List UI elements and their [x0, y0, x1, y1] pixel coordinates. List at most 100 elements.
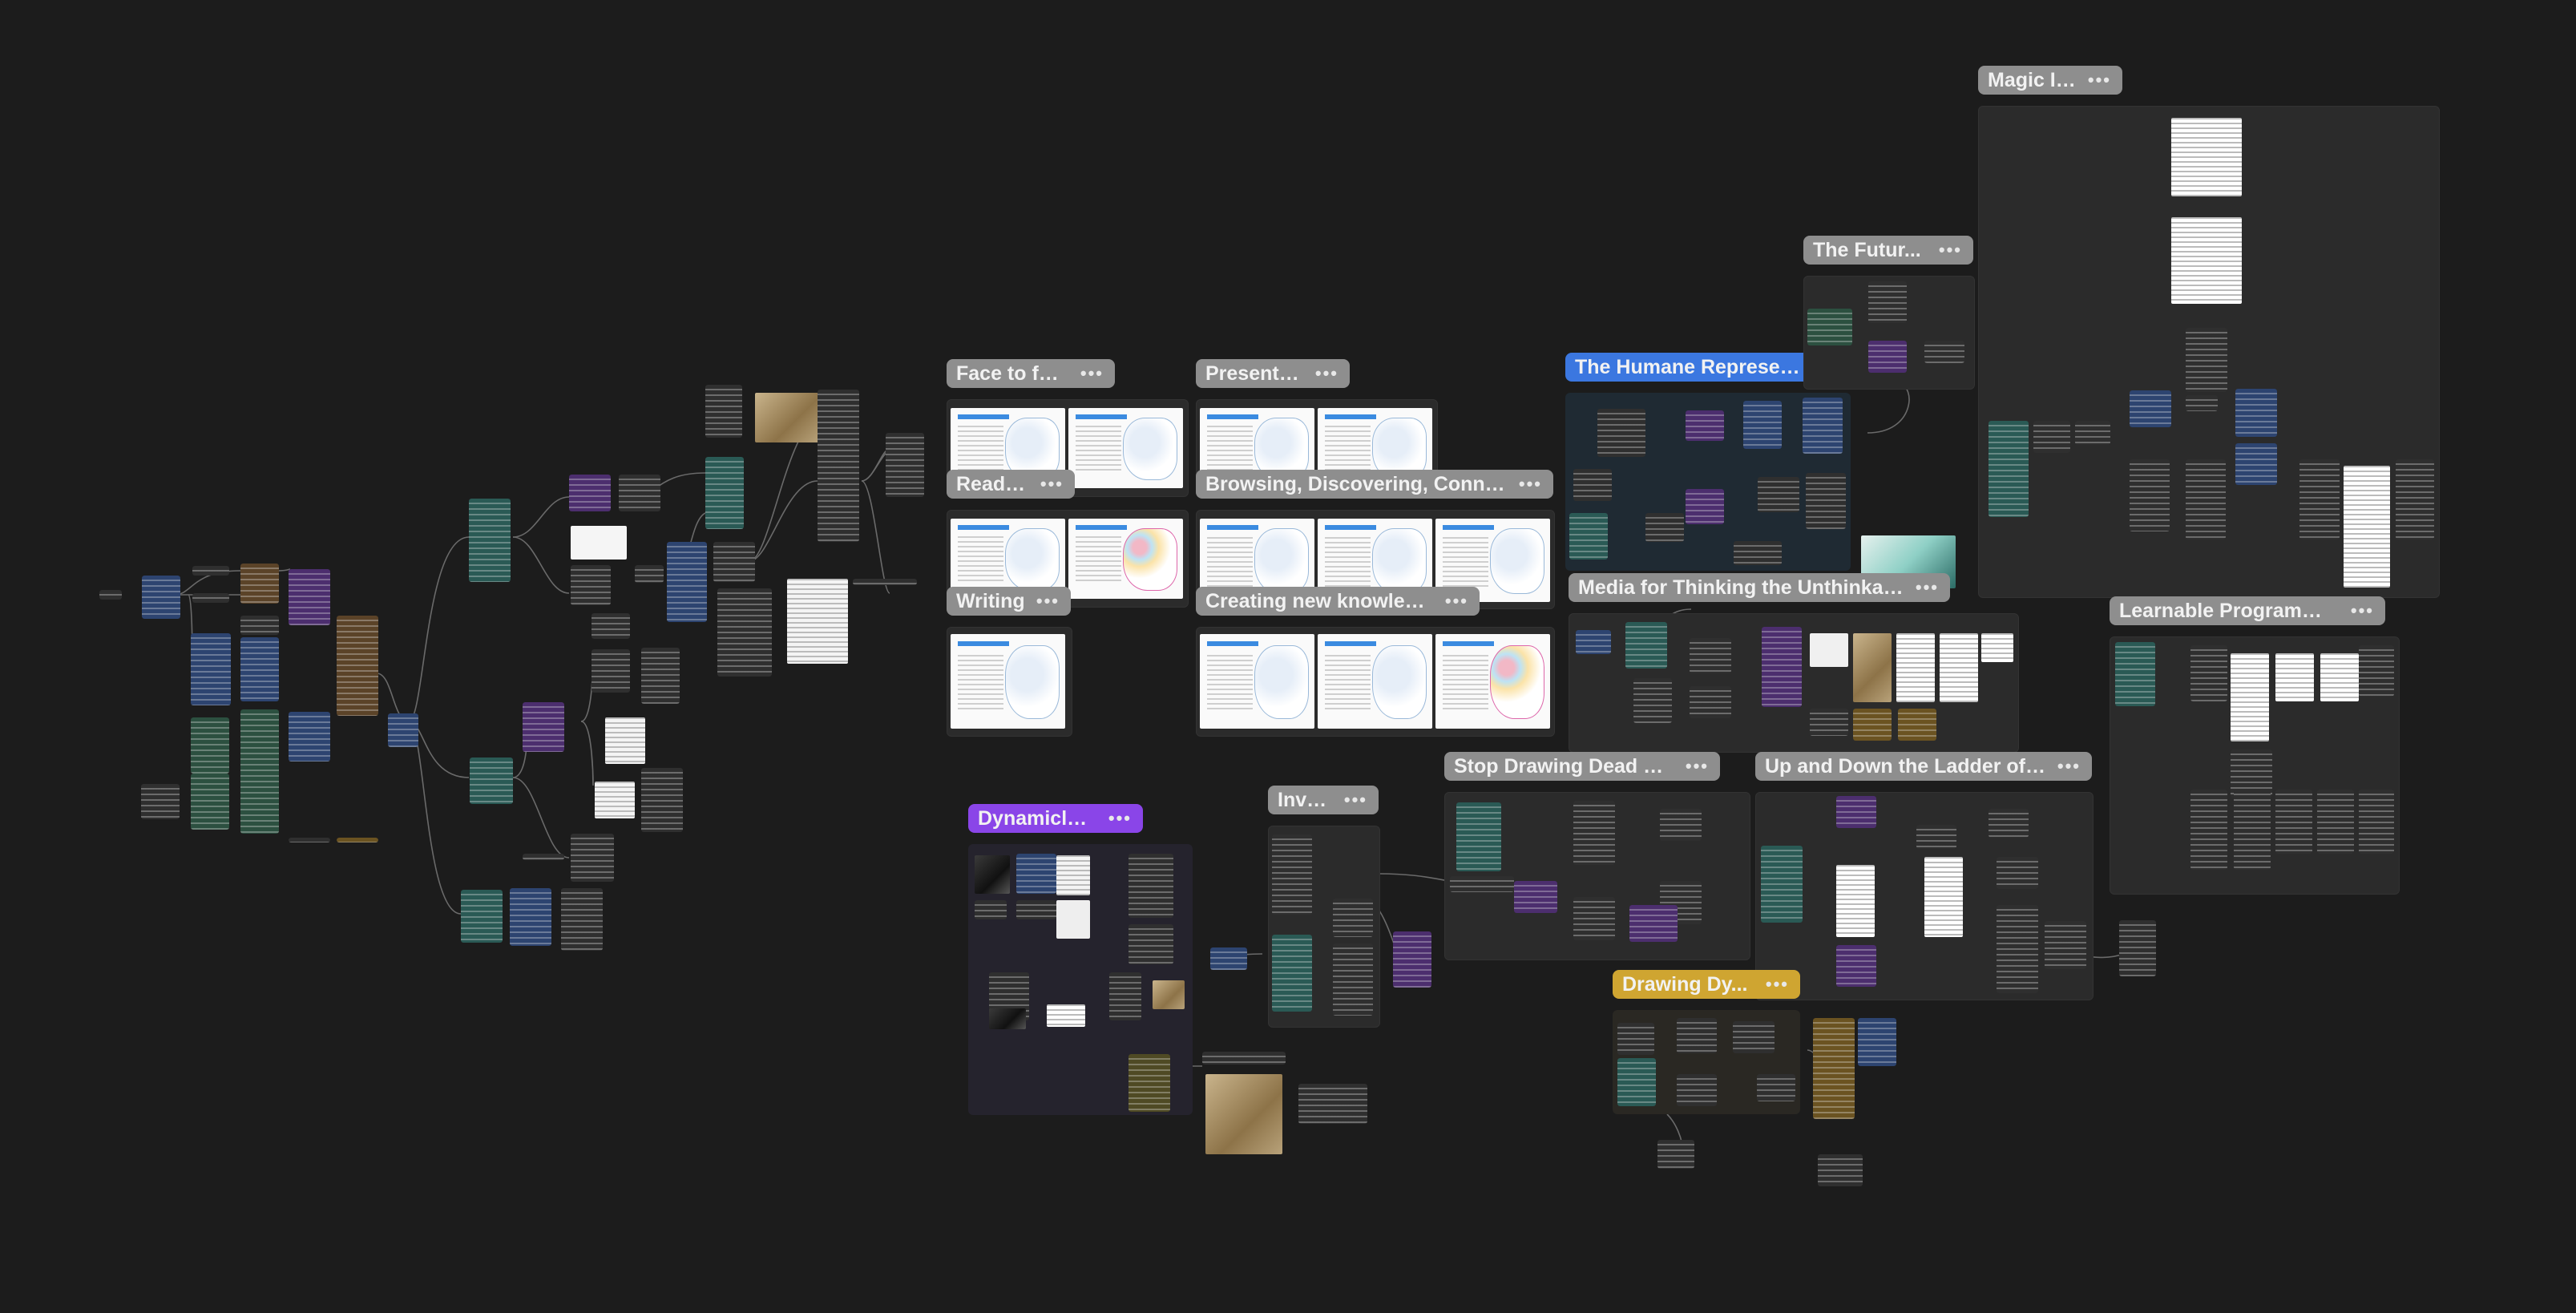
note-card[interactable] [1333, 943, 1373, 1016]
frame-label-browsing[interactable]: Browsing, Discovering, Conne... ••• [1196, 470, 1553, 499]
image-card[interactable] [2344, 466, 2390, 588]
more-menu-icon[interactable]: ••• [1916, 577, 1939, 598]
note-card[interactable] [705, 385, 742, 438]
note-card[interactable] [1989, 809, 2029, 838]
more-menu-icon[interactable]: ••• [1686, 756, 1709, 777]
frame-dynamicland[interactable] [968, 844, 1193, 1115]
note-card[interactable] [1573, 897, 1615, 940]
image-card[interactable] [989, 1008, 1026, 1029]
note-card[interactable] [1645, 513, 1684, 542]
image-card[interactable] [1853, 633, 1892, 702]
more-menu-icon[interactable]: ••• [2351, 600, 2374, 621]
note-card[interactable] [1858, 1018, 1896, 1066]
note-card[interactable] [141, 784, 180, 819]
note-card[interactable] [2130, 459, 2170, 531]
note-card[interactable] [1806, 473, 1846, 529]
frame-writing[interactable] [947, 627, 1072, 737]
note-card[interactable] [2075, 421, 2110, 445]
note-card[interactable] [192, 593, 229, 603]
image-card[interactable] [1836, 865, 1875, 937]
note-card[interactable] [1660, 809, 1702, 841]
note-card[interactable] [1629, 905, 1678, 942]
frame-label-the-future[interactable]: The Futur... ••• [1803, 236, 1973, 265]
note-card[interactable] [1129, 924, 1173, 964]
image-card[interactable] [2231, 653, 2269, 741]
document-page[interactable] [1068, 408, 1183, 488]
note-card[interactable] [191, 717, 229, 774]
note-card[interactable] [1743, 401, 1782, 449]
note-card[interactable] [713, 542, 755, 582]
note-card[interactable] [1109, 972, 1141, 1020]
note-card[interactable] [2396, 459, 2434, 539]
note-card[interactable] [2359, 645, 2394, 697]
frame-learnable-programming[interactable] [2110, 636, 2400, 895]
frame-label-writing[interactable]: Writing ••• [947, 587, 1071, 616]
note-card[interactable] [886, 433, 924, 497]
note-card[interactable] [2033, 421, 2070, 453]
note-card[interactable] [510, 888, 551, 946]
image-card[interactable] [1940, 633, 1978, 702]
document-page[interactable] [1435, 634, 1550, 729]
image-card[interactable] [975, 855, 1010, 894]
note-card[interactable] [2186, 395, 2218, 411]
note-card[interactable] [571, 565, 611, 605]
note-card[interactable] [523, 854, 564, 860]
more-menu-icon[interactable]: ••• [1080, 363, 1104, 384]
more-menu-icon[interactable]: ••• [2057, 756, 2081, 777]
frame-label-magic-ink[interactable]: Magic Ink ••• [1978, 66, 2122, 95]
note-card[interactable] [2186, 459, 2226, 539]
note-card[interactable] [191, 774, 229, 830]
frame-magic-ink[interactable] [1978, 106, 2440, 598]
more-menu-icon[interactable]: ••• [1344, 790, 1367, 810]
note-card[interactable] [592, 649, 630, 693]
image-card[interactable] [1205, 1074, 1282, 1154]
more-menu-icon[interactable]: ••• [1519, 474, 1542, 495]
note-card[interactable] [1129, 1054, 1170, 1112]
image-card[interactable] [787, 579, 848, 664]
image-card[interactable] [1153, 980, 1185, 1009]
frame-label-dynamicland[interactable]: Dynamicland ••• [968, 804, 1143, 833]
note-card[interactable] [1597, 409, 1645, 457]
note-card[interactable] [1576, 630, 1611, 654]
note-card[interactable] [1836, 945, 1876, 987]
note-card[interactable] [635, 565, 664, 583]
image-card[interactable] [2171, 118, 2242, 196]
note-card[interactable] [1898, 709, 1936, 741]
note-card[interactable] [1677, 1018, 1717, 1053]
note-card[interactable] [571, 834, 614, 882]
frame-label-creating-new-knowledge[interactable]: Creating new knowledge ••• [1196, 587, 1480, 616]
note-card[interactable] [2234, 790, 2271, 870]
note-card[interactable] [1762, 627, 1802, 707]
note-card[interactable] [1733, 1021, 1775, 1053]
note-card[interactable] [1569, 513, 1608, 560]
frame-label-face-to-face[interactable]: Face to face ••• [947, 359, 1115, 388]
note-card[interactable] [667, 542, 707, 622]
document-page[interactable] [1068, 519, 1183, 599]
note-card[interactable] [1333, 899, 1373, 937]
image-card[interactable] [2171, 217, 2242, 304]
note-card[interactable] [1633, 678, 1672, 723]
frame-media-for-thinking[interactable] [1569, 613, 2019, 753]
frame-label-drawing-dynamic[interactable]: Drawing Dy... ••• [1613, 970, 1800, 999]
note-card[interactable] [523, 702, 564, 752]
note-card[interactable] [470, 758, 513, 804]
frame-creating-new-knowledge[interactable] [1196, 627, 1555, 737]
mindmap-canvas[interactable]: Face to face ••• Reading ••• Writing •••… [0, 0, 2576, 1313]
more-menu-icon[interactable]: ••• [1108, 808, 1132, 829]
note-card[interactable] [1617, 1058, 1656, 1106]
frame-label-media-for-thinking[interactable]: Media for Thinking the Unthinkable ••• [1569, 573, 1950, 602]
document-page[interactable] [1200, 634, 1314, 729]
note-card[interactable] [142, 576, 180, 619]
note-card[interactable] [1393, 931, 1431, 988]
note-card[interactable] [1272, 935, 1312, 1012]
more-menu-icon[interactable]: ••• [2088, 70, 2111, 91]
note-card[interactable] [1456, 802, 1501, 871]
note-card[interactable] [1016, 854, 1056, 894]
note-card[interactable] [1202, 1052, 1286, 1065]
note-card[interactable] [1997, 905, 2038, 993]
image-card[interactable] [2320, 653, 2359, 701]
image-card[interactable] [2275, 653, 2314, 701]
note-card[interactable] [1657, 1140, 1694, 1169]
note-card[interactable] [1836, 796, 1876, 828]
note-card[interactable] [1450, 876, 1514, 892]
